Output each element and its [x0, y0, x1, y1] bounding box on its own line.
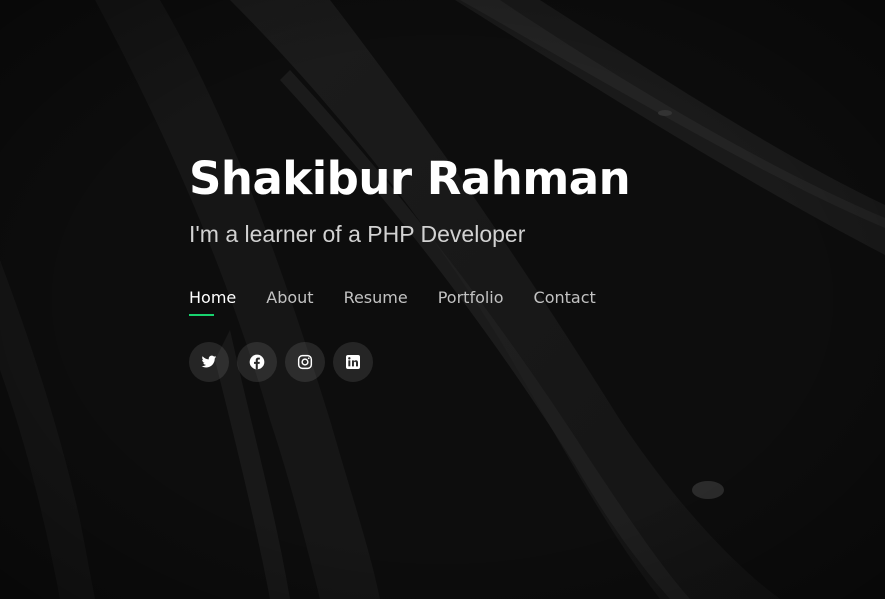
instagram-icon — [297, 354, 313, 370]
facebook-link[interactable] — [237, 342, 277, 382]
twitter-icon — [201, 354, 217, 370]
twitter-link[interactable] — [189, 342, 229, 382]
nav-item-about[interactable]: About — [266, 287, 313, 309]
social-links — [189, 342, 789, 382]
nav-item-home[interactable]: Home — [189, 287, 237, 316]
facebook-icon — [249, 354, 265, 370]
main-nav: Home About Resume Portfolio Contact — [189, 287, 789, 317]
nav-item-label: Contact — [533, 288, 596, 307]
hero-name: Shakibur Rahman — [189, 152, 631, 205]
linkedin-link[interactable] — [333, 342, 373, 382]
hero-tagline: I'm a learner of a PHP Developer — [189, 221, 526, 247]
nav-item-label: Resume — [343, 288, 408, 307]
nav-item-label: Portfolio — [437, 288, 504, 307]
linkedin-icon — [345, 354, 361, 370]
nav-item-resume[interactable]: Resume — [344, 287, 408, 309]
nav-item-portfolio[interactable]: Portfolio — [438, 287, 504, 309]
active-nav-underline — [189, 314, 214, 316]
instagram-link[interactable] — [285, 342, 325, 382]
nav-item-contact[interactable]: Contact — [534, 287, 596, 309]
hero-page: Shakibur Rahman I'm a learner of a PHP D… — [0, 0, 885, 599]
nav-item-label: About — [266, 288, 314, 307]
nav-item-label: Home — [189, 288, 237, 307]
hero-content: Shakibur Rahman I'm a learner of a PHP D… — [189, 146, 789, 382]
